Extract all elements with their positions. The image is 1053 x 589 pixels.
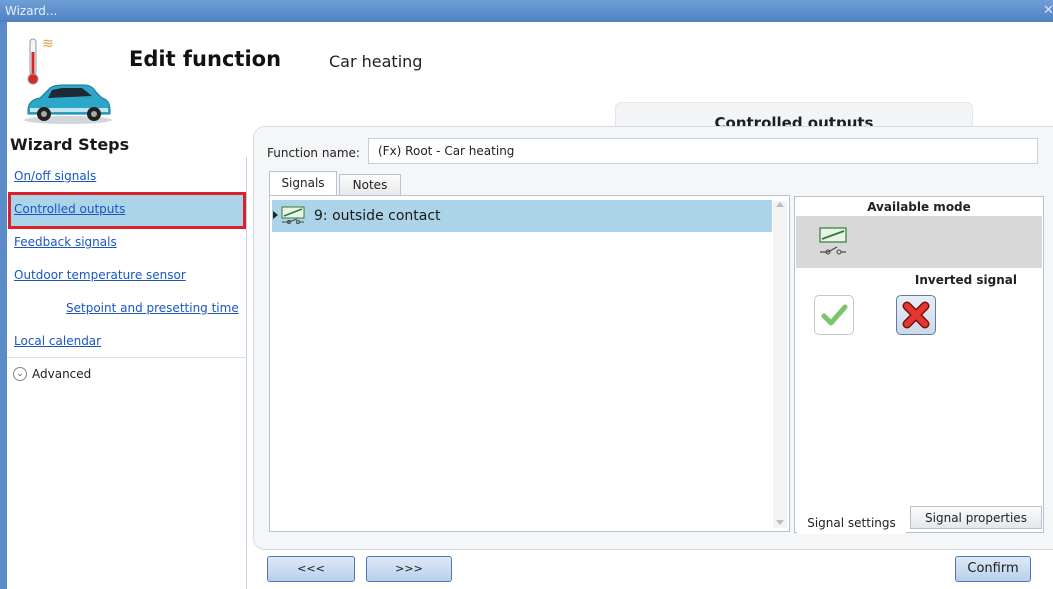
tab-signal-settings[interactable]: Signal settings xyxy=(797,508,906,534)
step-on-off-signals[interactable]: On/off signals xyxy=(10,160,247,193)
step-feedback-signals[interactable]: Feedback signals xyxy=(10,226,247,259)
step-setpoint-presetting-time[interactable]: Setpoint and presetting time xyxy=(10,292,247,325)
wizard-steps-heading: Wizard Steps xyxy=(10,135,130,154)
tab-signal-properties[interactable]: Signal properties xyxy=(910,506,1042,529)
scrollbar[interactable] xyxy=(773,201,787,528)
steps-divider xyxy=(7,357,247,358)
advanced-label: Advanced xyxy=(32,367,92,381)
page-subtitle: Car heating xyxy=(329,52,423,71)
window-frame-left xyxy=(0,22,7,589)
wizard-window: Wizard... ✕ ≋ Edit function Car heating … xyxy=(0,0,1053,589)
thermometer-icon xyxy=(27,38,39,85)
cross-icon xyxy=(902,301,930,329)
active-step-highlight xyxy=(8,192,246,229)
chevron-down-icon[interactable]: ⌄ xyxy=(13,367,27,381)
row-pointer-icon xyxy=(273,211,278,219)
inverted-no-button[interactable] xyxy=(896,295,936,335)
inverted-signal-heading: Inverted signal xyxy=(914,273,1017,287)
function-name-field[interactable]: (Fx) Root - Car heating xyxy=(368,138,1038,164)
next-button[interactable]: >>> xyxy=(366,556,452,582)
advanced-expander[interactable]: ⌄ Advanced xyxy=(10,362,246,386)
function-name-label: Function name: xyxy=(267,146,360,160)
signal-label: 9: outside contact xyxy=(314,208,441,224)
close-icon[interactable]: ✕ xyxy=(1043,0,1053,22)
relay-switch-icon[interactable] xyxy=(818,224,848,260)
window-title: Wizard... xyxy=(5,4,58,18)
previous-button[interactable]: <<< xyxy=(267,556,355,582)
tab-notes[interactable]: Notes xyxy=(339,174,401,195)
heat-waves-icon: ≋ xyxy=(42,36,54,52)
checkmark-icon xyxy=(821,304,848,326)
list-item[interactable]: 9: outside contact xyxy=(272,200,772,232)
tab-signals[interactable]: Signals xyxy=(269,171,337,195)
page-title: Edit function xyxy=(129,47,282,71)
car-icon xyxy=(24,84,112,124)
signals-list: 9: outside contact xyxy=(269,195,790,532)
confirm-button[interactable]: Confirm xyxy=(955,556,1031,582)
inverted-yes-button[interactable] xyxy=(814,295,854,335)
available-mode-heading: Available mode xyxy=(867,200,971,214)
relay-switch-icon xyxy=(281,206,305,224)
header: ≋ Edit function Car heating Controlled o… xyxy=(7,22,1053,142)
scroll-down-icon[interactable] xyxy=(776,520,784,525)
scroll-up-icon[interactable] xyxy=(776,202,784,207)
step-outdoor-temperature-sensor[interactable]: Outdoor temperature sensor xyxy=(10,259,247,292)
title-bar: Wizard... xyxy=(0,0,1053,22)
step-local-calendar[interactable]: Local calendar xyxy=(10,325,247,358)
